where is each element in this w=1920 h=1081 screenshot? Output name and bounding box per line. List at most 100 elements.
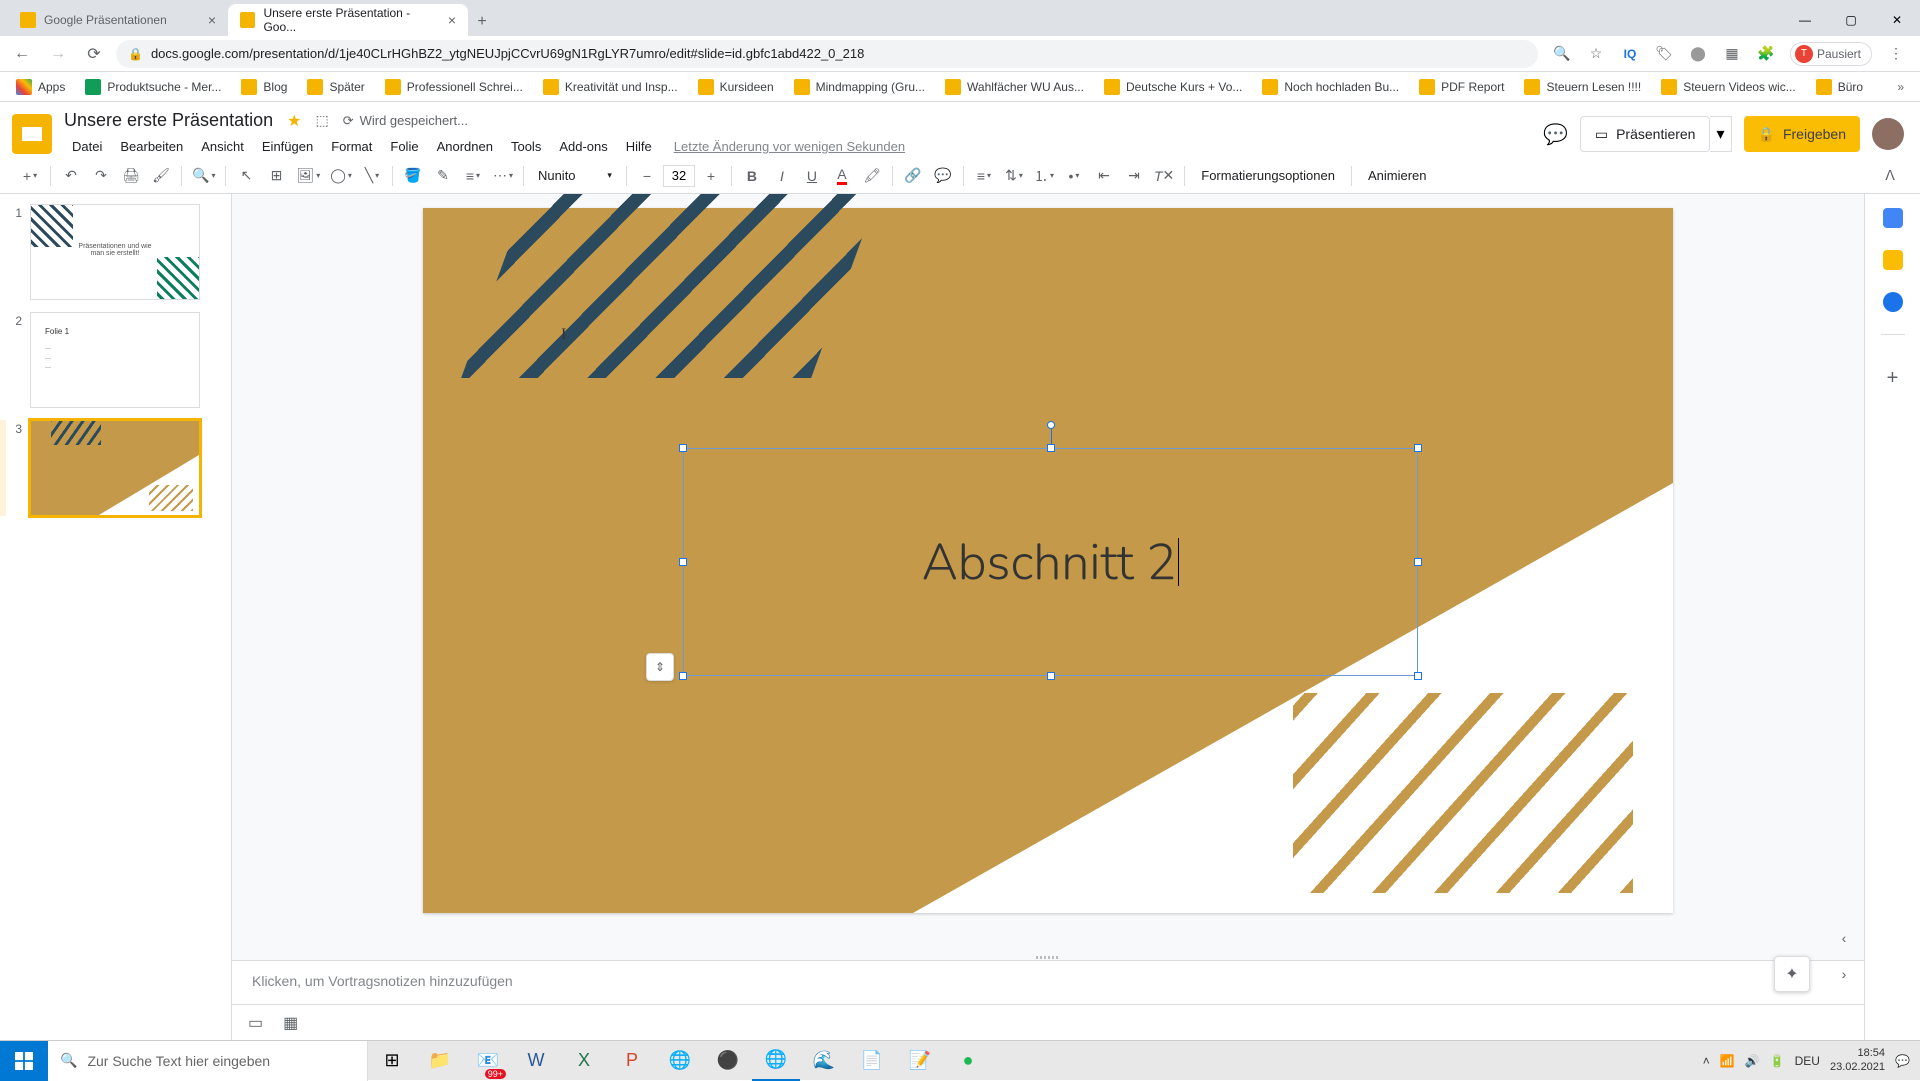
word-icon[interactable]: W	[512, 1041, 560, 1081]
notepad-icon[interactable]: 📝	[896, 1041, 944, 1081]
font-select[interactable]: Nunito▾	[530, 163, 620, 189]
bookmark-folder[interactable]: Kursideen	[690, 75, 782, 99]
filmstrip-view-button[interactable]: ▭	[248, 1013, 263, 1033]
powerpoint-icon[interactable]: P	[608, 1041, 656, 1081]
collapse-toolbar-button[interactable]: ᐱ	[1876, 163, 1904, 189]
task-view-icon[interactable]: ⊞	[368, 1041, 416, 1081]
bookmark-folder[interactable]: Steuern Lesen !!!!	[1516, 75, 1649, 99]
font-size-increase[interactable]: +	[697, 163, 725, 189]
keep-icon[interactable]	[1883, 250, 1903, 270]
battery-icon[interactable]: 🔋	[1770, 1054, 1785, 1068]
title-text-box[interactable]: ⇕ Abschnitt 2	[683, 448, 1418, 676]
forward-button[interactable]: →	[44, 40, 72, 68]
explorer-icon[interactable]: 📁	[416, 1041, 464, 1081]
bookmark-folder[interactable]: Kreativität und Insp...	[535, 75, 686, 99]
excel-icon[interactable]: X	[560, 1041, 608, 1081]
autofit-button[interactable]: ⇕	[646, 653, 674, 681]
extension-icon-3[interactable]: ⬤	[1688, 44, 1708, 64]
star-icon[interactable]: ★	[287, 111, 301, 131]
border-dash-button[interactable]: ⋯	[489, 163, 517, 189]
shape-tool[interactable]: ◯	[326, 163, 356, 189]
highlight-button[interactable]: 🖍	[858, 163, 886, 189]
share-button[interactable]: 🔒Freigeben	[1744, 116, 1860, 152]
extension-icon-1[interactable]: IQ	[1620, 44, 1640, 64]
slide-thumbnail-1[interactable]: Präsentationen und wie man sie erstellt!	[30, 204, 200, 300]
border-weight-button[interactable]: ≡	[459, 163, 487, 189]
font-size-decrease[interactable]: −	[633, 163, 661, 189]
menu-edit[interactable]: Bearbeiten	[112, 135, 191, 158]
account-avatar[interactable]	[1872, 118, 1904, 150]
indent-decrease-button[interactable]: ⇤	[1090, 163, 1118, 189]
speaker-notes[interactable]: Klicken, um Vortragsnotizen hinzuzufügen	[232, 960, 1864, 1004]
menu-view[interactable]: Ansicht	[193, 135, 252, 158]
line-tool[interactable]: ╲	[358, 163, 386, 189]
obs-icon[interactable]: ⚫	[704, 1041, 752, 1081]
wifi-icon[interactable]: 📶	[1720, 1054, 1735, 1068]
taskbar-search[interactable]: 🔍 Zur Suche Text hier eingeben	[48, 1041, 368, 1081]
url-input[interactable]: 🔒 docs.google.com/presentation/d/1je40CL…	[116, 40, 1538, 68]
close-tab-icon[interactable]: ×	[448, 12, 456, 28]
comment-button[interactable]: 💬	[929, 163, 957, 189]
animate-button[interactable]: Animieren	[1358, 168, 1437, 183]
italic-button[interactable]: I	[768, 163, 796, 189]
link-button[interactable]: 🔗	[899, 163, 927, 189]
bulleted-list-button[interactable]: •	[1060, 163, 1088, 189]
notifications-icon[interactable]: 💬	[1895, 1054, 1910, 1068]
menu-format[interactable]: Format	[323, 135, 380, 158]
new-slide-button[interactable]: +	[16, 163, 44, 189]
resize-handle[interactable]	[679, 558, 687, 566]
close-tab-icon[interactable]: ×	[208, 12, 216, 28]
tray-chevron-icon[interactable]: ˄	[1703, 1054, 1710, 1068]
bookmark-folder[interactable]: Später	[299, 75, 372, 99]
resize-handle[interactable]	[1414, 558, 1422, 566]
grid-view-button[interactable]: ▦	[283, 1013, 298, 1033]
language-indicator[interactable]: DEU	[1795, 1054, 1820, 1068]
format-options-button[interactable]: Formatierungsoptionen	[1191, 168, 1345, 183]
chrome-menu-icon[interactable]: ⋮	[1886, 44, 1906, 64]
slide-canvas[interactable]: I ⇕ Abschnitt 2	[423, 208, 1673, 913]
border-color-button[interactable]: ✎	[429, 163, 457, 189]
minimize-button[interactable]: —	[1782, 4, 1828, 36]
clear-format-button[interactable]: T✕	[1150, 163, 1178, 189]
zoom-icon[interactable]: 🔍	[1552, 44, 1572, 64]
line-spacing-button[interactable]: ⇅	[1000, 163, 1028, 189]
menu-tools[interactable]: Tools	[503, 135, 549, 158]
app-icon[interactable]: 📄	[848, 1041, 896, 1081]
bookmark-folder[interactable]: PDF Report	[1411, 75, 1512, 99]
rotate-handle[interactable]	[1047, 421, 1055, 429]
edge-icon[interactable]: 🌊	[800, 1041, 848, 1081]
comments-button[interactable]: 💬	[1543, 122, 1568, 147]
menu-slide[interactable]: Folie	[382, 135, 426, 158]
extensions-menu-icon[interactable]: 🧩	[1756, 44, 1776, 64]
prev-slide-button[interactable]: ‹	[1834, 920, 1854, 956]
app-icon[interactable]: 🌐	[656, 1041, 704, 1081]
redo-button[interactable]: ↷	[87, 163, 115, 189]
menu-arrange[interactable]: Anordnen	[429, 135, 501, 158]
close-window-button[interactable]: ✕	[1874, 4, 1920, 36]
maximize-button[interactable]: ▢	[1828, 4, 1874, 36]
resize-handle[interactable]	[1047, 672, 1055, 680]
select-tool[interactable]: ↖	[232, 163, 260, 189]
font-size-input[interactable]	[663, 165, 695, 187]
bookmark-folder[interactable]: Steuern Videos wic...	[1653, 75, 1804, 99]
explore-button[interactable]: ✦	[1774, 956, 1810, 992]
menu-file[interactable]: Datei	[64, 135, 110, 158]
bookmark-folder[interactable]: Professionell Schrei...	[377, 75, 531, 99]
fill-color-button[interactable]: 🪣	[399, 163, 427, 189]
print-button[interactable]: 🖨	[117, 163, 145, 189]
bookmark-folder[interactable]: Mindmapping (Gru...	[786, 75, 933, 99]
next-slide-button[interactable]: ›	[1834, 956, 1854, 992]
menu-help[interactable]: Hilfe	[618, 135, 660, 158]
bookmark-folder[interactable]: Blog	[233, 75, 295, 99]
browser-tab-1[interactable]: Google Präsentationen ×	[8, 4, 228, 36]
present-dropdown[interactable]: ▾	[1710, 116, 1731, 152]
indent-increase-button[interactable]: ⇥	[1120, 163, 1148, 189]
resize-handle[interactable]	[679, 444, 687, 452]
chrome-icon[interactable]: 🌐	[752, 1041, 800, 1081]
slide-thumbnail-3[interactable]	[30, 420, 200, 516]
menu-addons[interactable]: Add-ons	[551, 135, 615, 158]
resize-handle[interactable]	[1047, 444, 1055, 452]
slides-logo-icon[interactable]	[12, 114, 52, 154]
clock[interactable]: 18:54 23.02.2021	[1830, 1047, 1885, 1073]
textbox-tool[interactable]: ⊞	[262, 163, 290, 189]
